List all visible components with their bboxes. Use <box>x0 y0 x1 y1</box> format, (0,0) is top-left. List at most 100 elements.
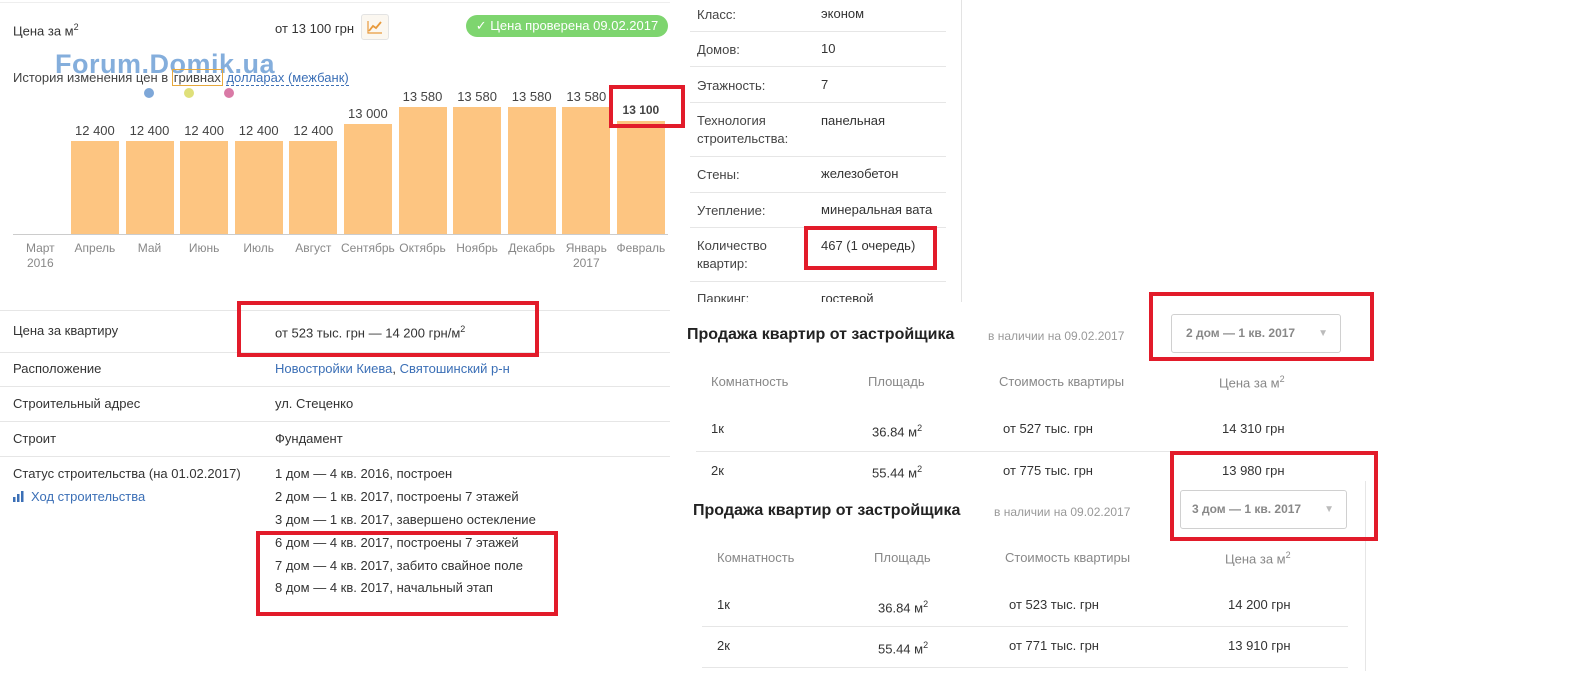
spec-divider-4 <box>690 156 946 157</box>
price-bar-label: 13 580 <box>402 89 443 104</box>
spec-value-parking: гостевой <box>821 291 874 302</box>
price-bar[interactable] <box>234 141 283 234</box>
sales-title-2: Продажа квартир от застройщика <box>693 502 961 519</box>
address-label: Строительный адрес <box>13 396 141 411</box>
location-link-kiev[interactable]: Новостройки Киева <box>275 361 392 376</box>
builder-link[interactable]: Фундамент <box>275 431 343 446</box>
month-label: Июль <box>229 241 289 256</box>
row2-area-2-text: 55.44 м <box>878 641 924 657</box>
row2-area-1-text: 55.44 м <box>872 465 918 481</box>
spec-label-parking: Паркинг: <box>697 291 750 302</box>
row2-cost-1: от 775 тыс. грн <box>1003 463 1093 478</box>
spec-value-walls: железобетон <box>821 166 899 181</box>
month-label: Август <box>283 241 343 256</box>
location-label: Расположение <box>13 361 102 376</box>
row1-cost-1: от 527 тыс. грн <box>1003 421 1093 436</box>
highlight-house3-select <box>1170 451 1378 541</box>
location-link-district[interactable]: Святошинский р-н <box>400 361 510 376</box>
highlight-apartment-price <box>237 301 539 357</box>
header-price-m2-1-sup: 2 <box>1279 374 1285 384</box>
row2-rooms-1: 2к <box>711 463 724 478</box>
month-label-line: Июнь <box>188 241 220 255</box>
row1-area-1-sup: 2 <box>917 423 923 433</box>
spec-label-class: Класс: <box>697 7 736 22</box>
header-rooms-1: Комнатность <box>711 374 789 389</box>
row2-price-2: 13 910 грн <box>1228 638 1291 653</box>
month-label: Июнь <box>174 241 234 256</box>
row1-rooms-2: 1к <box>717 597 730 612</box>
status-label: Статус строительства (на 01.02.2017) <box>13 466 241 481</box>
spec-value-insulation: минеральная вата <box>821 202 933 217</box>
price-bar[interactable] <box>398 107 447 234</box>
address-value: ул. Стеценко <box>275 396 354 411</box>
location-value: Новостройки Киева, Святошинский р-н <box>275 361 510 376</box>
header-price-m2-1: Цена за м2 <box>1219 374 1285 390</box>
details-divider-2 <box>0 386 670 387</box>
month-label: Сентябрь <box>338 241 398 256</box>
price-bar-label: 12 400 <box>129 123 170 139</box>
construction-progress-text[interactable]: Ход строительства <box>31 489 145 504</box>
month-label-line: Октябрь <box>399 241 446 255</box>
row2-area-1: 55.44 м2 <box>872 464 922 480</box>
month-label: Май <box>120 241 180 256</box>
month-label-line: Сентябрь <box>341 241 395 255</box>
header-price-m2-2-text: Цена за м <box>1225 551 1286 567</box>
price-bar-label: 12 400 <box>75 123 115 139</box>
price-bar-label: 13 000 <box>348 105 388 121</box>
month-label-line: Май <box>137 241 162 255</box>
month-label-line: Ноябрь <box>456 241 498 255</box>
spec-label-walls: Стены: <box>697 167 740 182</box>
sales-divider-3 <box>702 667 1348 668</box>
status-line-3: 3 дом — 1 кв. 2017, завершено остекление <box>275 512 536 527</box>
bar-chart-icon <box>13 491 24 502</box>
sales-divider-2 <box>702 626 1348 627</box>
price-bar[interactable] <box>180 141 229 234</box>
spec-label-technology: Технология строительства: <box>697 113 789 146</box>
month-label-line: Апрель <box>74 241 116 255</box>
spec-divider-3 <box>690 102 946 103</box>
header-cost-2: Стоимость квартиры <box>1005 550 1131 565</box>
price-bar[interactable] <box>562 107 611 234</box>
status-line-1: 1 дом — 4 кв. 2016, построен <box>275 466 453 481</box>
highlight-status-lines <box>256 531 558 616</box>
month-label-line: Июль <box>243 241 274 255</box>
price-bar[interactable] <box>343 123 392 234</box>
price-bar-label: 12 400 <box>238 123 279 139</box>
month-label: Апрель <box>65 241 125 256</box>
price-bar-label: 13 580 <box>566 89 607 104</box>
price-bar-label: 12 400 <box>184 123 224 139</box>
chart-baseline <box>13 234 668 235</box>
price-bar-label: 13 580 <box>511 89 552 104</box>
price-bar[interactable] <box>70 141 119 234</box>
details-divider-3 <box>0 421 670 422</box>
location-separator: , <box>392 361 400 376</box>
price-bar[interactable] <box>507 107 556 234</box>
row1-area-2-text: 36.84 м <box>878 600 924 616</box>
price-history-chart: Март 2016 Апрель 12 400 Май 12 400 Июнь 12 400 И… <box>0 0 680 280</box>
header-cost-1: Стоимость квартиры <box>999 374 1125 389</box>
price-bar[interactable] <box>125 141 174 234</box>
month-label-line: Декабрь <box>508 241 556 255</box>
details-divider-4 <box>0 456 670 457</box>
month-label: Февраль <box>611 241 671 256</box>
month-label-line: 2016 <box>26 256 54 270</box>
price-bar[interactable] <box>289 141 338 234</box>
spec-label-insulation: Утепление: <box>697 203 766 218</box>
price-bar[interactable] <box>616 120 665 234</box>
construction-progress-link[interactable]: Ход строительства <box>13 489 145 504</box>
row2-cost-2: от 771 тыс. грн <box>1009 638 1099 653</box>
row2-area-2-sup: 2 <box>923 640 929 650</box>
spec-label-floors: Этажность: <box>697 78 766 93</box>
row1-area-1: 36.84 м2 <box>872 423 922 439</box>
spec-row-parking: Паркинг: гостевой <box>690 282 960 302</box>
spec-value-floors: 7 <box>821 77 829 92</box>
status-line-2: 2 дом — 1 кв. 2017, построены 7 этажей <box>275 489 519 504</box>
row1-cost-2: от 523 тыс. грн <box>1009 597 1099 612</box>
highlight-feb-price <box>609 85 685 128</box>
header-price-m2-2: Цена за м2 <box>1225 550 1291 566</box>
row1-rooms-1: 1к <box>711 421 724 436</box>
month-label-line: Январь <box>565 241 607 255</box>
month-label: Март 2016 <box>10 241 70 271</box>
row2-area-2: 55.44 м2 <box>878 640 928 656</box>
price-bar[interactable] <box>453 107 502 234</box>
